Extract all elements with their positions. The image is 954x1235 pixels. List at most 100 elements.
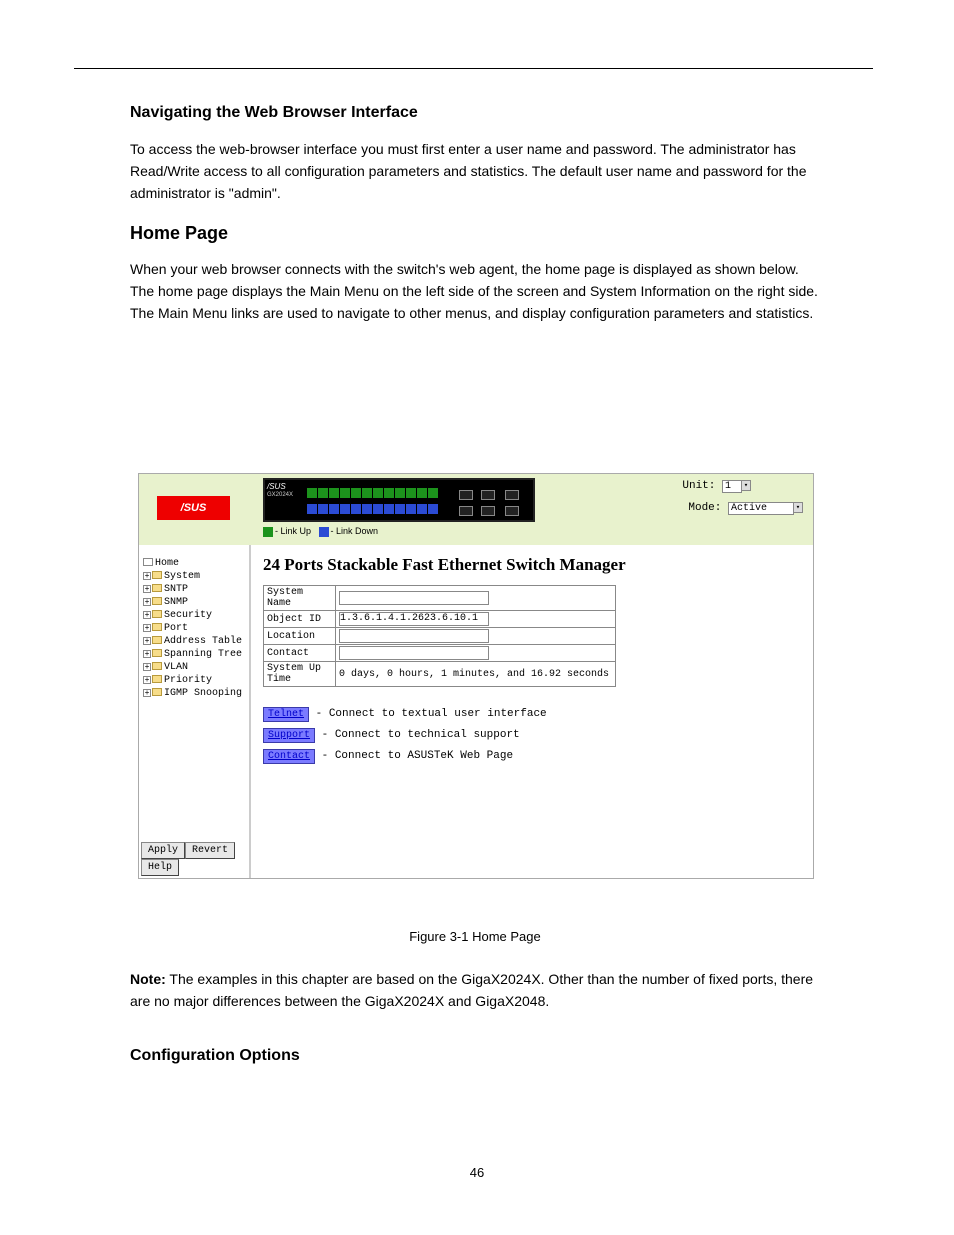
tree-item-label: VLAN — [164, 662, 188, 673]
expand-icon[interactable]: + — [143, 689, 151, 697]
port-led[interactable] — [351, 488, 361, 498]
tree-item-label: IGMP Snooping — [164, 688, 242, 699]
row-key: System Name — [264, 586, 336, 611]
contact-link-button[interactable]: Contact — [263, 749, 315, 764]
tree-item[interactable]: +SNTP — [143, 583, 242, 596]
config-options-heading: Configuration Options — [130, 1043, 820, 1069]
text-input[interactable] — [339, 646, 489, 660]
link-row: Contact - Connect to ASUSTeK Web Page — [263, 749, 801, 764]
port-led[interactable] — [340, 488, 350, 498]
port-led[interactable] — [351, 504, 361, 514]
port-led[interactable] — [406, 488, 416, 498]
folder-icon — [152, 571, 162, 579]
tree-item[interactable]: + IGMP Snooping — [143, 687, 242, 700]
tree-item[interactable]: + Address Table — [143, 635, 242, 648]
help-button[interactable]: Help — [141, 859, 179, 876]
tree-item[interactable]: +SNMP — [143, 596, 242, 609]
port-led[interactable] — [340, 504, 350, 514]
page-title: 24 Ports Stackable Fast Ethernet Switch … — [263, 555, 801, 575]
legend-swatch-down — [319, 527, 329, 537]
module-slot[interactable] — [505, 490, 519, 500]
module-slot[interactable] — [459, 506, 473, 516]
module-slot[interactable] — [481, 506, 495, 516]
port-led[interactable] — [395, 504, 405, 514]
port-led[interactable] — [318, 488, 328, 498]
folder-icon — [152, 584, 162, 592]
port-led[interactable] — [307, 488, 317, 498]
text-input[interactable]: 1.3.6.1.4.1.2623.6.10.1 — [339, 612, 489, 626]
legend-label-down: - Link Down — [331, 526, 379, 536]
module-slot[interactable] — [459, 490, 473, 500]
port-led[interactable] — [318, 504, 328, 514]
tree-item-label: Home — [155, 558, 179, 569]
folder-icon — [152, 597, 162, 605]
table-row: System Name — [264, 586, 616, 611]
support-link-button[interactable]: Support — [263, 728, 315, 743]
folder-icon — [152, 649, 162, 657]
tree-item-label: Address Table — [164, 636, 242, 647]
expand-icon[interactable]: + — [143, 598, 151, 606]
expand-icon[interactable]: + — [143, 650, 151, 658]
tree-item[interactable]: Home — [143, 557, 242, 570]
row-key: System Up Time — [264, 662, 336, 687]
folder-icon — [152, 636, 162, 644]
telnet-link-button[interactable]: Telnet — [263, 707, 309, 722]
device-logo: /SUS — [267, 482, 286, 491]
port-led[interactable] — [373, 488, 383, 498]
port-led[interactable] — [307, 504, 317, 514]
expand-icon[interactable]: + — [143, 637, 151, 645]
expand-icon[interactable]: + — [143, 676, 151, 684]
note-label: Note: — [130, 971, 166, 987]
tree-item[interactable]: +Security — [143, 609, 242, 622]
port-led[interactable] — [362, 488, 372, 498]
main-frame: 24 Ports Stackable Fast Ethernet Switch … — [251, 545, 813, 878]
tree-item-label: Port — [164, 623, 188, 634]
section-heading: Navigating the Web Browser Interface — [130, 100, 820, 126]
chevron-down-icon[interactable]: ▾ — [793, 502, 803, 513]
expand-icon[interactable]: + — [143, 585, 151, 593]
text-input[interactable] — [339, 591, 489, 605]
tree-item-label: System — [164, 571, 200, 582]
table-row: Location — [264, 628, 616, 645]
port-led[interactable] — [329, 488, 339, 498]
port-led[interactable] — [373, 504, 383, 514]
unit-select[interactable]: 1 — [722, 480, 742, 493]
module-slot[interactable] — [505, 506, 519, 516]
text-input[interactable] — [339, 629, 489, 643]
mode-select[interactable]: Active — [728, 502, 794, 515]
device-panel[interactable]: /SUS GX2024X — [263, 478, 535, 522]
tree-item[interactable]: + Priority — [143, 674, 242, 687]
revert-button[interactable]: Revert — [185, 842, 235, 859]
apply-button[interactable]: Apply — [141, 842, 185, 859]
tree-item[interactable]: +Spanning Tree — [143, 648, 242, 661]
port-led[interactable] — [384, 504, 394, 514]
port-led[interactable] — [428, 504, 438, 514]
chevron-down-icon[interactable]: ▾ — [741, 480, 751, 491]
expand-icon[interactable]: + — [143, 663, 151, 671]
port-led[interactable] — [362, 504, 372, 514]
row-value-cell: 0 days, 0 hours, 1 minutes, and 16.92 se… — [336, 662, 616, 687]
expand-icon[interactable]: + — [143, 572, 151, 580]
tree-item[interactable]: + VLAN — [143, 661, 242, 674]
port-led[interactable] — [384, 488, 394, 498]
system-info-table: System NameObject ID1.3.6.1.4.1.2623.6.1… — [263, 585, 616, 687]
expand-icon[interactable]: + — [143, 624, 151, 632]
expand-icon[interactable]: + — [143, 611, 151, 619]
port-led[interactable] — [406, 504, 416, 514]
link-description: - Connect to ASUSTeK Web Page — [315, 750, 513, 762]
port-led[interactable] — [395, 488, 405, 498]
figure-caption: Figure 3-1 Home Page — [130, 927, 820, 948]
module-slot[interactable] — [481, 490, 495, 500]
tree-item[interactable]: + System — [143, 570, 242, 583]
port-led[interactable] — [428, 488, 438, 498]
port-led[interactable] — [417, 504, 427, 514]
nav-frame: Home+System+SNTP+SNMP+Security+Port+Addr… — [139, 545, 251, 878]
tree-item[interactable]: + Port — [143, 622, 242, 635]
link-description: - Connect to textual user interface — [309, 708, 547, 720]
legend-label-up: - Link Up — [275, 526, 311, 536]
port-led[interactable] — [329, 504, 339, 514]
tree-item-label: Priority — [164, 675, 212, 686]
unit-label: Unit: — [682, 480, 715, 492]
page-header-rule — [74, 68, 873, 69]
port-led[interactable] — [417, 488, 427, 498]
